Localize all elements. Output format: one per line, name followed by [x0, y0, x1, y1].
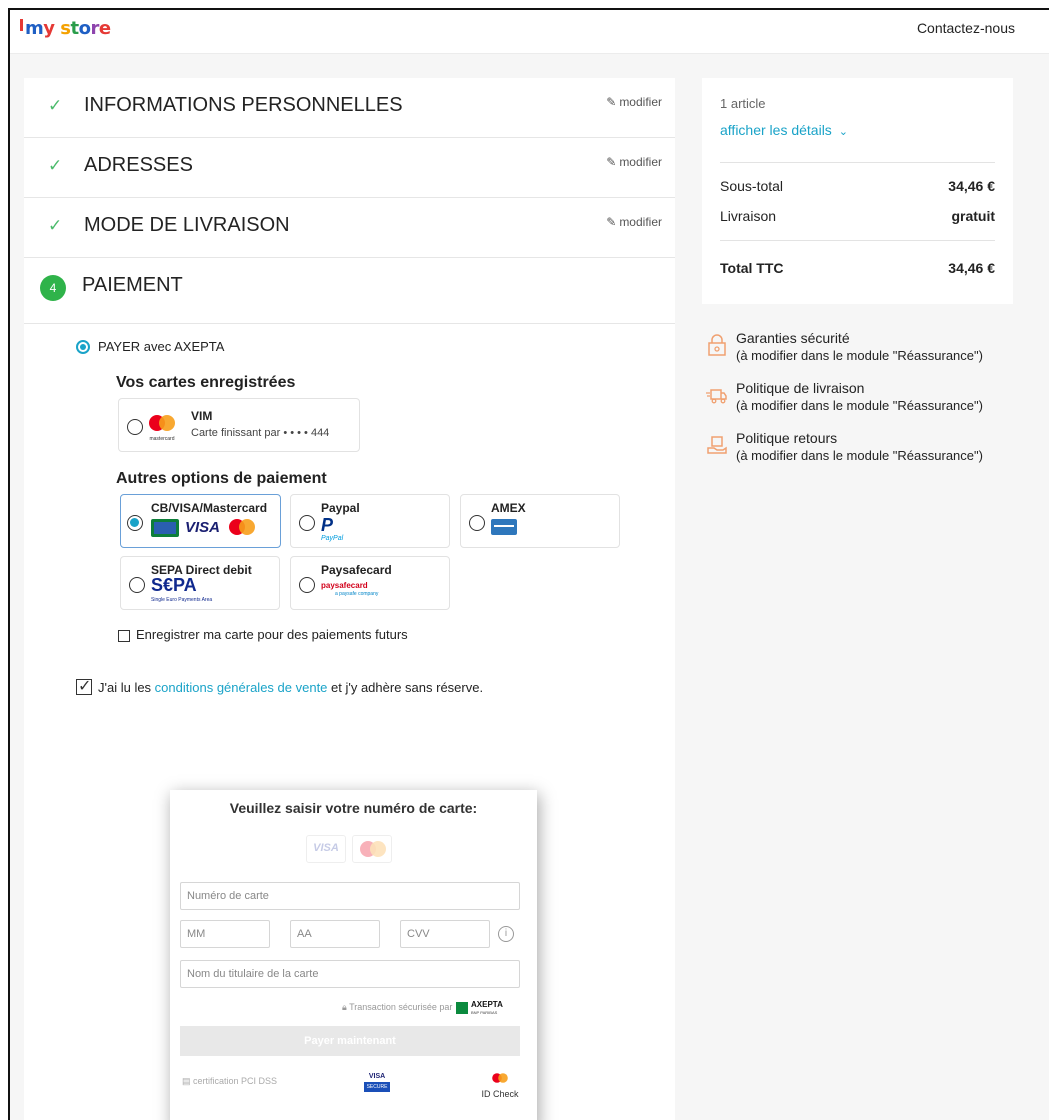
cardholder-name-input[interactable]: Nom du titulaire de la carte — [180, 960, 520, 988]
step-title: ADRESSES — [84, 154, 193, 176]
edit-link[interactable]: ✎ modifier — [606, 214, 665, 229]
visa-secure-badge: VISA SECURE — [364, 1073, 390, 1095]
mastercard-icon: mastercard — [149, 415, 175, 442]
expiry-month-input[interactable]: MM — [180, 920, 270, 948]
option-radio[interactable] — [299, 515, 315, 531]
pay-now-button[interactable]: Payer maintenant — [180, 1026, 520, 1056]
id-check-badge: ID Check — [480, 1070, 520, 1099]
sepa-icon: S€PA — [151, 575, 197, 595]
terms-checkbox[interactable] — [76, 676, 92, 696]
card-entry-form: Veuillez saisir votre numéro de carte: V… — [170, 790, 537, 1120]
option-paypal[interactable]: Paypal P PayPal — [290, 494, 450, 548]
paypal-icon: P — [321, 515, 334, 535]
step-delivery: ✓ MODE DE LIVRAISON ✎ modifier — [24, 198, 675, 258]
terms-text: J'ai lu les conditions générales de vent… — [98, 680, 484, 695]
step-addresses: ✓ ADRESSES ✎ modifier — [24, 138, 675, 198]
other-options-heading: Autres options de paiement — [116, 470, 327, 487]
terms-link[interactable]: conditions générales de vente — [155, 680, 328, 695]
axepta-label: PAYER avec AXEPTA — [98, 339, 225, 354]
mastercard-icon — [229, 519, 255, 540]
option-radio[interactable] — [129, 577, 145, 593]
subtotal-value: 34,46 € — [948, 178, 995, 194]
step-title: INFORMATIONS PERSONNELLES — [84, 94, 403, 116]
order-summary: 1 article afficher les détails ⌄ Sous-to… — [702, 78, 1013, 304]
contact-link[interactable]: Contactez-nous — [917, 20, 1015, 36]
reassurance-returns: Politique retours (à modifier dans le mo… — [702, 430, 1042, 470]
check-icon: ✓ — [48, 156, 63, 175]
saved-card-name: VIM — [191, 409, 213, 423]
show-details-link[interactable]: afficher les détails ⌄ — [720, 122, 995, 138]
expiry-year-input[interactable]: AA — [290, 920, 380, 948]
cvv-input[interactable]: CVV — [400, 920, 490, 948]
visa-icon: VISA — [185, 519, 221, 536]
total-value: 34,46 € — [948, 260, 995, 276]
delivery-truck-icon — [706, 389, 727, 404]
cb-icon — [151, 519, 179, 537]
option-radio[interactable] — [299, 577, 315, 593]
amex-icon — [491, 519, 517, 535]
pencil-icon: ✎ — [606, 155, 617, 169]
step-payment: 4 PAIEMENT — [24, 258, 675, 324]
option-sepa[interactable]: SEPA Direct debit S€PA Single Euro Payme… — [120, 556, 280, 610]
padlock-icon: 🔒︎ — [342, 1002, 347, 1012]
pencil-icon: ✎ — [606, 215, 617, 229]
info-icon[interactable]: i — [498, 926, 514, 942]
lock-icon — [708, 334, 726, 356]
saved-card-radio[interactable] — [127, 419, 143, 435]
divider — [720, 240, 995, 241]
pci-dss-badge: ▤ certification PCI DSS — [182, 1076, 278, 1086]
saved-card[interactable]: mastercard VIM Carte finissant par • • •… — [118, 398, 360, 452]
store-logo[interactable]: my store — [20, 18, 111, 39]
edit-link[interactable]: ✎ modifier — [606, 154, 665, 169]
shipping-row: Livraison gratuit — [720, 208, 995, 224]
secure-text: 🔒︎ Transaction sécurisée par — [342, 1002, 453, 1012]
option-radio[interactable] — [469, 515, 485, 531]
axepta-radio[interactable] — [76, 340, 90, 354]
axepta-logo: AXEPTA BNP PARIBAS — [456, 1000, 504, 1016]
option-paysafecard[interactable]: Paysafecard paysafecard a paysafe compan… — [290, 556, 450, 610]
save-card-label: Enregistrer ma carte pour des paiements … — [136, 627, 408, 642]
step-title: PAIEMENT — [82, 274, 183, 296]
option-cb-visa-mastercard[interactable]: CB/VISA/Mastercard VISA — [120, 494, 281, 548]
visa-brand: VISA — [306, 835, 346, 863]
step-title: MODE DE LIVRAISON — [84, 214, 290, 236]
check-icon: ✓ — [48, 96, 63, 115]
paysafecard-icon: paysafecard — [321, 581, 368, 590]
article-count: 1 article — [720, 96, 766, 111]
browser-viewport: my store Contactez-nous ✓ INFORMATIONS P… — [8, 8, 1049, 1120]
check-icon: ✓ — [48, 216, 63, 235]
return-box-icon — [707, 436, 727, 454]
total-row: Total TTC 34,46 € — [720, 260, 995, 276]
reassurance-security: Garanties sécurité (à modifier dans le m… — [702, 330, 1042, 370]
divider — [720, 162, 995, 163]
chevron-down-icon: ⌄ — [838, 126, 848, 138]
saved-card-ending: Carte finissant par • • • • 444 — [191, 427, 330, 439]
edit-link[interactable]: ✎ modifier — [606, 94, 665, 109]
card-number-input[interactable]: Numéro de carte — [180, 882, 520, 910]
site-header: my store Contactez-nous — [10, 10, 1049, 54]
saved-cards-heading: Vos cartes enregistrées — [116, 374, 296, 391]
step-number-badge: 4 — [40, 275, 66, 301]
step-personal-info: ✓ INFORMATIONS PERSONNELLES ✎ modifier — [24, 78, 675, 138]
card-form-title: Veuillez saisir votre numéro de carte: — [229, 800, 478, 816]
save-card-checkbox[interactable] — [118, 630, 130, 642]
mastercard-brand — [352, 835, 392, 863]
option-amex[interactable]: AMEX — [460, 494, 620, 548]
option-radio[interactable] — [127, 515, 143, 531]
certificate-icon: ▤ — [182, 1076, 191, 1086]
subtotal-row: Sous-total 34,46 € — [720, 178, 995, 194]
pencil-icon: ✎ — [606, 95, 617, 109]
reassurance-delivery: Politique de livraison (à modifier dans … — [702, 380, 1042, 420]
shipping-value: gratuit — [951, 208, 995, 224]
